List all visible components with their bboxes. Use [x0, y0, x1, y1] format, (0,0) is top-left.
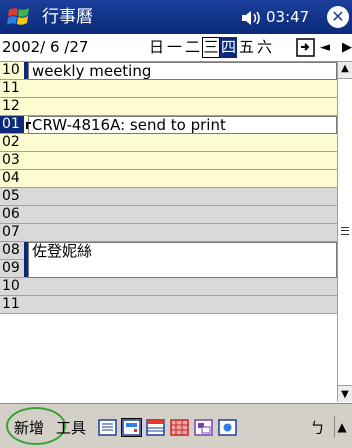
hour-label: 08 [2, 242, 20, 258]
appointment-title: 佐登妮絲 [32, 242, 93, 260]
hour-row[interactable]: 11 [0, 80, 337, 98]
input-panel-toggle-icon[interactable]: ▲ [334, 416, 349, 438]
hour-row[interactable]: 11 [0, 296, 337, 314]
command-bar: 新增 工具 ㄅ ▲ [0, 403, 352, 448]
hour-row[interactable]: 03 [0, 152, 337, 170]
goto-today-icon[interactable] [296, 38, 315, 57]
agenda-view-icon[interactable] [98, 419, 117, 436]
week-view-icon[interactable] [146, 419, 165, 436]
hour-label: 12 [2, 98, 20, 114]
clock-time[interactable]: 03:47 [266, 7, 309, 27]
hour-label: 01 [0, 116, 24, 133]
hour-label: 02 [2, 134, 20, 150]
weekday-wed[interactable]: 三 [202, 37, 220, 58]
today-view-icon[interactable] [218, 419, 237, 436]
year-view-icon[interactable] [194, 419, 213, 436]
hour-row[interactable]: 05 [0, 188, 337, 206]
hour-row[interactable]: 04 [0, 170, 337, 188]
grip-icon [341, 227, 349, 235]
date-bar: 2002/ 6 /27 日 一 二 三 四 五 六 ◄ ▶ [0, 34, 352, 62]
hour-row[interactable]: 02 [0, 134, 337, 152]
tools-menu[interactable]: 工具 [56, 418, 86, 438]
hour-label: 10 [2, 278, 20, 294]
hour-row[interactable]: 06 [0, 206, 337, 224]
hour-row[interactable]: 07 [0, 224, 337, 242]
hour-label: 07 [2, 224, 20, 240]
weekday-sat[interactable]: 六 [256, 37, 273, 58]
close-icon[interactable]: ✕ [327, 6, 349, 28]
weekday-tue[interactable]: 二 [184, 37, 201, 58]
weekday-mon[interactable]: 一 [166, 37, 183, 58]
month-view-icon[interactable] [170, 419, 189, 436]
new-button[interactable]: 新增 [14, 418, 44, 438]
hour-label: 10 [2, 62, 20, 78]
appointment-title: weekly meeting [32, 62, 152, 80]
scroll-thumb[interactable] [338, 78, 352, 386]
day-agenda: 10 11 12 01 02 03 04 05 06 07 08 09 10 1… [0, 62, 337, 402]
weekday-sun[interactable]: 日 [148, 37, 165, 58]
weekday-thu[interactable]: 四 [220, 37, 237, 58]
hour-row[interactable]: 12 [0, 98, 337, 116]
hour-label: 11 [2, 80, 20, 96]
hour-label: 05 [2, 188, 20, 204]
hour-label: 06 [2, 206, 20, 222]
scroll-up-arrow-icon[interactable]: ▲ [338, 62, 352, 76]
day-view-icon[interactable] [121, 418, 142, 437]
hour-row[interactable]: 10 [0, 278, 337, 296]
vertical-scrollbar[interactable]: ▲ ▼ [337, 62, 352, 402]
windows-flag-icon[interactable] [6, 4, 32, 30]
scroll-down-arrow-icon[interactable]: ▼ [338, 388, 352, 402]
title-bar: 行事曆 03:47 ✕ [0, 0, 352, 34]
hour-label: 03 [2, 152, 20, 168]
hour-label: 11 [2, 296, 20, 312]
appointment-title: CRW-4816A: send to print [32, 116, 226, 134]
hour-label: 09 [2, 260, 20, 276]
reminder-flag-icon [26, 122, 31, 129]
app-title: 行事曆 [42, 7, 93, 27]
current-date[interactable]: 2002/ 6 /27 [2, 38, 88, 57]
speaker-icon[interactable] [240, 9, 262, 27]
prev-week-button[interactable]: ◄ [320, 38, 330, 57]
hour-label: 04 [2, 170, 20, 186]
input-method-icon[interactable]: ㄅ [310, 419, 325, 437]
next-week-button[interactable]: ▶ [342, 38, 352, 57]
weekday-fri[interactable]: 五 [238, 37, 255, 58]
